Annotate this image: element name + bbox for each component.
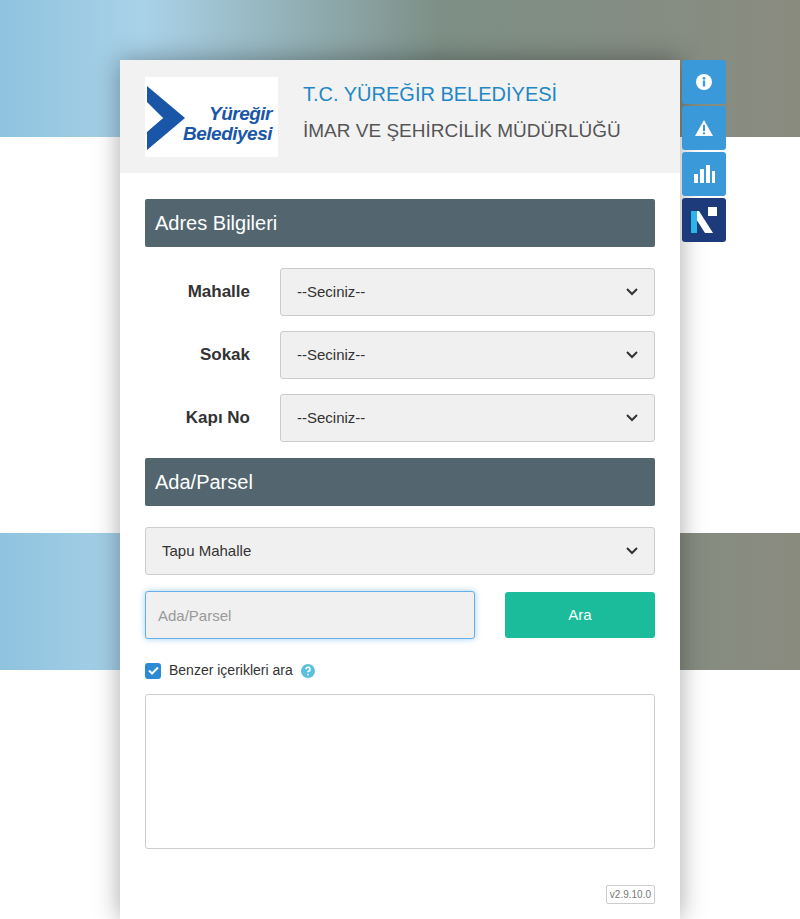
header-titles: T.C. YÜREĞİR BELEDİYESİ İMAR VE ŞEHİRCİLİ… (303, 79, 621, 146)
side-button[interactable] (682, 60, 726, 104)
side-button[interactable] (682, 198, 726, 242)
logo-line: Belediyesi (183, 124, 272, 144)
section-header: Ada/Parsel (145, 458, 655, 506)
search-row: Ara (145, 591, 655, 639)
field-row: Sokak --Seciniz-- (145, 331, 655, 379)
select-box[interactable]: --Seciniz-- (280, 394, 655, 442)
chevron-down-icon (626, 414, 638, 422)
field-label: Sokak (145, 342, 250, 368)
side-toolbar (682, 60, 726, 242)
version-row: v2.9.10.0 (145, 885, 655, 904)
logo-chevron-icon (147, 82, 187, 152)
parcel-input[interactable] (145, 591, 475, 639)
chevron-down-icon (626, 351, 638, 359)
header: YüreğirBelediyesi T.C. YÜREĞİR BELEDİYESİ… (120, 60, 680, 173)
similar-checkbox[interactable] (145, 663, 161, 679)
brand-logo-icon (691, 207, 717, 233)
side-button[interactable] (682, 106, 726, 150)
results-box[interactable] (145, 694, 655, 849)
field-label: Kapı No (145, 405, 250, 431)
logo-text: YüreğirBelediyesi (183, 104, 272, 144)
select-value: --Seciniz-- (297, 281, 365, 304)
section-header: Adres Bilgileri (145, 199, 655, 247)
select-value: Tapu Mahalle (162, 540, 251, 563)
address-fields: Mahalle--Seciniz--Sokak--Seciniz--Kapı N… (145, 268, 655, 442)
main-card: YüreğirBelediyesi T.C. YÜREĞİR BELEDİYESİ… (120, 60, 680, 919)
header-title: T.C. YÜREĞİR BELEDİYESİ (303, 79, 621, 109)
search-button[interactable]: Ara (505, 592, 655, 638)
section-title: Adres Bilgileri (155, 208, 277, 238)
select-box[interactable]: --Seciniz-- (280, 331, 655, 379)
logo: YüreğirBelediyesi (145, 77, 278, 157)
version-label: v2.9.10.0 (606, 885, 655, 904)
form-body: Adres Bilgileri Mahalle --Seciniz-- Sokak --… (120, 173, 680, 904)
select-value: --Seciniz-- (297, 344, 365, 367)
similar-label: Benzer içerikleri ara (169, 660, 293, 681)
field-label: Mahalle (145, 279, 250, 305)
logo-line: Yüreğir (209, 104, 272, 124)
chevron-down-icon (626, 547, 638, 555)
select-box[interactable]: Tapu Mahalle (145, 527, 655, 575)
select-value: --Seciniz-- (297, 407, 365, 430)
chevron-down-icon (626, 288, 638, 296)
warning-icon (695, 120, 713, 136)
side-button[interactable] (682, 152, 726, 196)
field-row: Kapı No --Seciniz-- (145, 394, 655, 442)
help-icon (301, 664, 315, 678)
header-subtitle: İMAR VE ŞEHİRCİLİK MÜDÜRLÜĞÜ (303, 117, 621, 146)
chart-icon (693, 165, 715, 183)
check-icon (148, 666, 159, 675)
similar-row: Benzer içerikleri ara (145, 660, 655, 681)
section-title: Ada/Parsel (155, 467, 253, 497)
select-box[interactable]: --Seciniz-- (280, 268, 655, 316)
field-row: Mahalle --Seciniz-- (145, 268, 655, 316)
search-button-label: Ara (568, 606, 591, 623)
info-icon (696, 74, 712, 90)
